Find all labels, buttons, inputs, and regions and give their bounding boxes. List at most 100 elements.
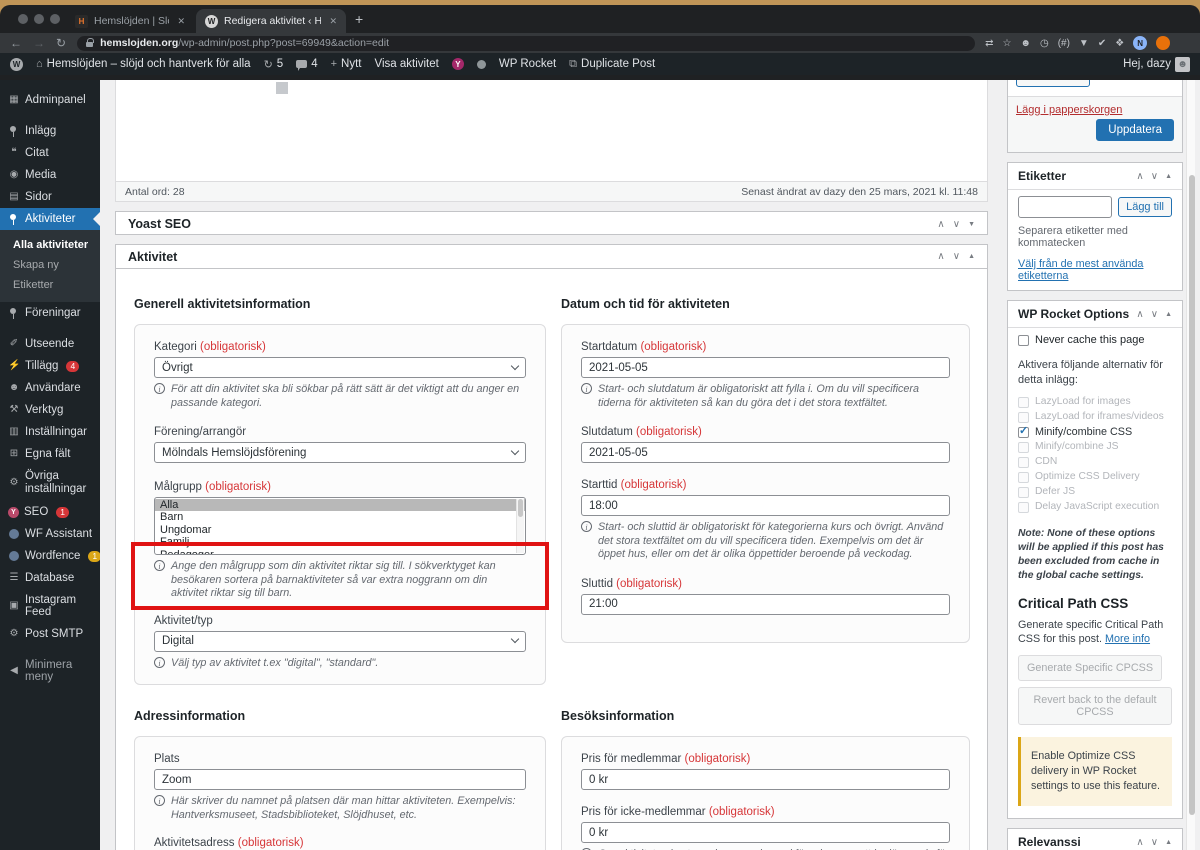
puzzle-icon[interactable]: ❖	[1115, 38, 1124, 49]
pris-medlemmar-input[interactable]	[581, 769, 950, 790]
toggle-icon[interactable]: ▲	[968, 253, 975, 260]
sidebar-item-seo[interactable]: YSEO1	[0, 501, 100, 523]
option-delay-js[interactable]: Delay JavaScript execution	[1018, 501, 1172, 514]
listbox-option[interactable]: Ungdomar	[155, 524, 525, 536]
kategori-select[interactable]: Övrigt	[154, 357, 526, 378]
listbox-scrollbar[interactable]	[516, 499, 524, 553]
aktivitet-typ-select[interactable]: Digital	[154, 631, 526, 652]
sidebar-item-inlagg[interactable]: Inlägg	[0, 120, 100, 142]
move-down-icon[interactable]: ∨	[1151, 837, 1158, 848]
plats-input[interactable]	[154, 769, 526, 790]
listbox-option[interactable]: Familj	[155, 536, 525, 548]
window-zoom-button[interactable]	[50, 14, 60, 24]
back-icon[interactable]: ←	[10, 36, 22, 50]
option-optimize-css-delivery[interactable]: Optimize CSS Delivery	[1018, 471, 1172, 484]
preview-button-partial[interactable]	[1016, 80, 1090, 87]
move-up-icon[interactable]: ∧	[1136, 837, 1143, 848]
listbox-option[interactable]: Pedagoger	[155, 549, 525, 555]
adminbar-site-name[interactable]: ⌂Hemslöjden – slöjd och hantverk för all…	[36, 58, 251, 70]
adminbar-duplicate-post[interactable]: ⧉Duplicate Post	[569, 58, 655, 71]
move-down-icon[interactable]: ∨	[1151, 171, 1158, 182]
adminbar-updates[interactable]: ↻5	[264, 58, 284, 71]
sidebar-item-collapse-menu[interactable]: ◀Minimera meny	[0, 654, 100, 688]
account-avatar[interactable]: N	[1133, 36, 1147, 50]
browser-tab-inactive[interactable]: H Hemslöjden | Slöjd & hantverk ✕	[66, 9, 194, 33]
forening-select[interactable]: Mölndals Hemslöjdsförening	[154, 442, 526, 463]
option-lazyload-iframes[interactable]: LazyLoad for iframes/videos	[1018, 411, 1172, 424]
address-bar[interactable]: hemslojden.org/wp-admin/post.php?post=69…	[77, 36, 975, 51]
window-close-button[interactable]	[18, 14, 28, 24]
move-down-icon[interactable]: ∨	[953, 219, 960, 230]
submenu-etiketter[interactable]: Etiketter	[0, 275, 100, 295]
sidebar-item-wf-assistant[interactable]: WF Assistant	[0, 523, 100, 545]
option-minify-js[interactable]: Minify/combine JS	[1018, 441, 1172, 454]
extension-check-icon[interactable]: ✔	[1098, 38, 1106, 49]
choose-tags-link[interactable]: Välj från de mest använda etiketterna	[1018, 258, 1143, 282]
sidebar-item-ovriga-installningar[interactable]: ⚙Övriga inställningar	[0, 465, 100, 501]
sluttid-input[interactable]	[581, 594, 950, 615]
reload-icon[interactable]: ↻	[56, 36, 66, 50]
checkbox-checked[interactable]	[1018, 427, 1029, 438]
option-minify-css[interactable]: Minify/combine CSS	[1018, 426, 1172, 439]
toggle-icon[interactable]: ▼	[968, 221, 975, 228]
bookmark-star-icon[interactable]: ☆	[1002, 38, 1011, 49]
sidebar-item-post-smtp[interactable]: ⚙Post SMTP	[0, 623, 100, 645]
listbox-option[interactable]: Alla	[155, 499, 525, 511]
forward-icon[interactable]: →	[33, 36, 45, 50]
extension-code-icon[interactable]: (#)	[1058, 38, 1070, 49]
sidebar-item-foreningar[interactable]: Föreningar	[0, 302, 100, 324]
option-cdn[interactable]: CDN	[1018, 456, 1172, 469]
add-tag-button[interactable]: Lägg till	[1118, 197, 1172, 217]
yoast-icon[interactable]: Y	[452, 58, 464, 70]
sidebar-item-verktyg[interactable]: ⚒Verktyg	[0, 399, 100, 421]
new-tag-input[interactable]	[1018, 196, 1112, 218]
browser-tab-active[interactable]: W Redigera aktivitet ‹ Hemslöjden ✕	[196, 9, 346, 33]
never-cache-checkbox-row[interactable]: Never cache this page	[1018, 334, 1172, 346]
checkbox[interactable]	[1018, 335, 1029, 346]
toggle-icon[interactable]: ▲	[1165, 311, 1172, 318]
move-up-icon[interactable]: ∧	[937, 251, 944, 262]
tags-metabox-header[interactable]: Etiketter ∧∨▲	[1008, 163, 1182, 190]
sidebar-item-tillagg[interactable]: ⚡Tillägg4	[0, 355, 100, 377]
sidebar-item-wordfence[interactable]: Wordfence1	[0, 545, 100, 567]
malgrupp-listbox[interactable]: Alla Barn Ungdomar Familj Pedagoger	[154, 497, 526, 555]
editor-content-area[interactable]	[115, 80, 988, 182]
move-up-icon[interactable]: ∧	[1136, 309, 1143, 320]
startdatum-input[interactable]	[581, 357, 950, 378]
sidebar-item-adminpanel[interactable]: ▦Adminpanel	[0, 89, 100, 111]
toggle-icon[interactable]: ▲	[1165, 173, 1172, 180]
sidebar-item-utseende[interactable]: ✐Utseende	[0, 333, 100, 355]
window-minimize-button[interactable]	[34, 14, 44, 24]
profile-icon[interactable]	[1156, 36, 1170, 50]
sidebar-item-sidor[interactable]: ▤Sidor	[0, 186, 100, 208]
scrollbar-thumb[interactable]	[1189, 175, 1195, 815]
move-to-trash-link[interactable]: Lägg i papperskorgen	[1016, 104, 1122, 116]
tab-close-icon[interactable]: ✕	[177, 16, 185, 27]
sidebar-item-database[interactable]: ☰Database	[0, 567, 100, 589]
adminbar-new[interactable]: +Nytt	[331, 58, 362, 70]
wp-rocket-metabox-header[interactable]: WP Rocket Options ∧∨▲	[1008, 301, 1182, 328]
sidebar-item-instagram-feed[interactable]: ▣Instagram Feed	[0, 589, 100, 623]
move-up-icon[interactable]: ∧	[1136, 171, 1143, 182]
move-up-icon[interactable]: ∧	[937, 219, 944, 230]
relevanssi-metabox-header[interactable]: Relevanssi ∧∨▲	[1008, 829, 1182, 850]
extension-person-icon[interactable]: ☻	[1020, 38, 1031, 49]
yoast-metabox-header[interactable]: Yoast SEO ∧∨▼	[116, 212, 987, 236]
option-defer-js[interactable]: Defer JS	[1018, 486, 1172, 499]
move-down-icon[interactable]: ∨	[1151, 309, 1158, 320]
more-info-link[interactable]: More info	[1105, 633, 1150, 645]
adminbar-view-activity[interactable]: Visa aktivitet	[375, 58, 439, 70]
sidebar-item-anvandare[interactable]: ☻Användare	[0, 377, 100, 399]
pris-icke-medlemmar-input[interactable]	[581, 822, 950, 843]
sidebar-item-egna-falt[interactable]: ⊞Egna fält	[0, 443, 100, 465]
adminbar-my-account[interactable]: Hej, dazy☻	[1123, 57, 1190, 72]
adminbar-comments[interactable]: 4	[296, 58, 317, 70]
wordpress-logo-icon[interactable]: W	[10, 58, 23, 71]
new-tab-button[interactable]: +	[355, 12, 363, 26]
extension-clock-icon[interactable]: ◷	[1040, 38, 1049, 49]
listbox-option[interactable]: Barn	[155, 511, 525, 523]
revert-cpcss-button[interactable]: Revert back to the default CPCSS	[1018, 687, 1172, 725]
submenu-skapa-ny[interactable]: Skapa ny	[0, 255, 100, 275]
move-down-icon[interactable]: ∨	[953, 251, 960, 262]
aktivitet-metabox-header[interactable]: Aktivitet ∧∨▲	[116, 245, 987, 269]
